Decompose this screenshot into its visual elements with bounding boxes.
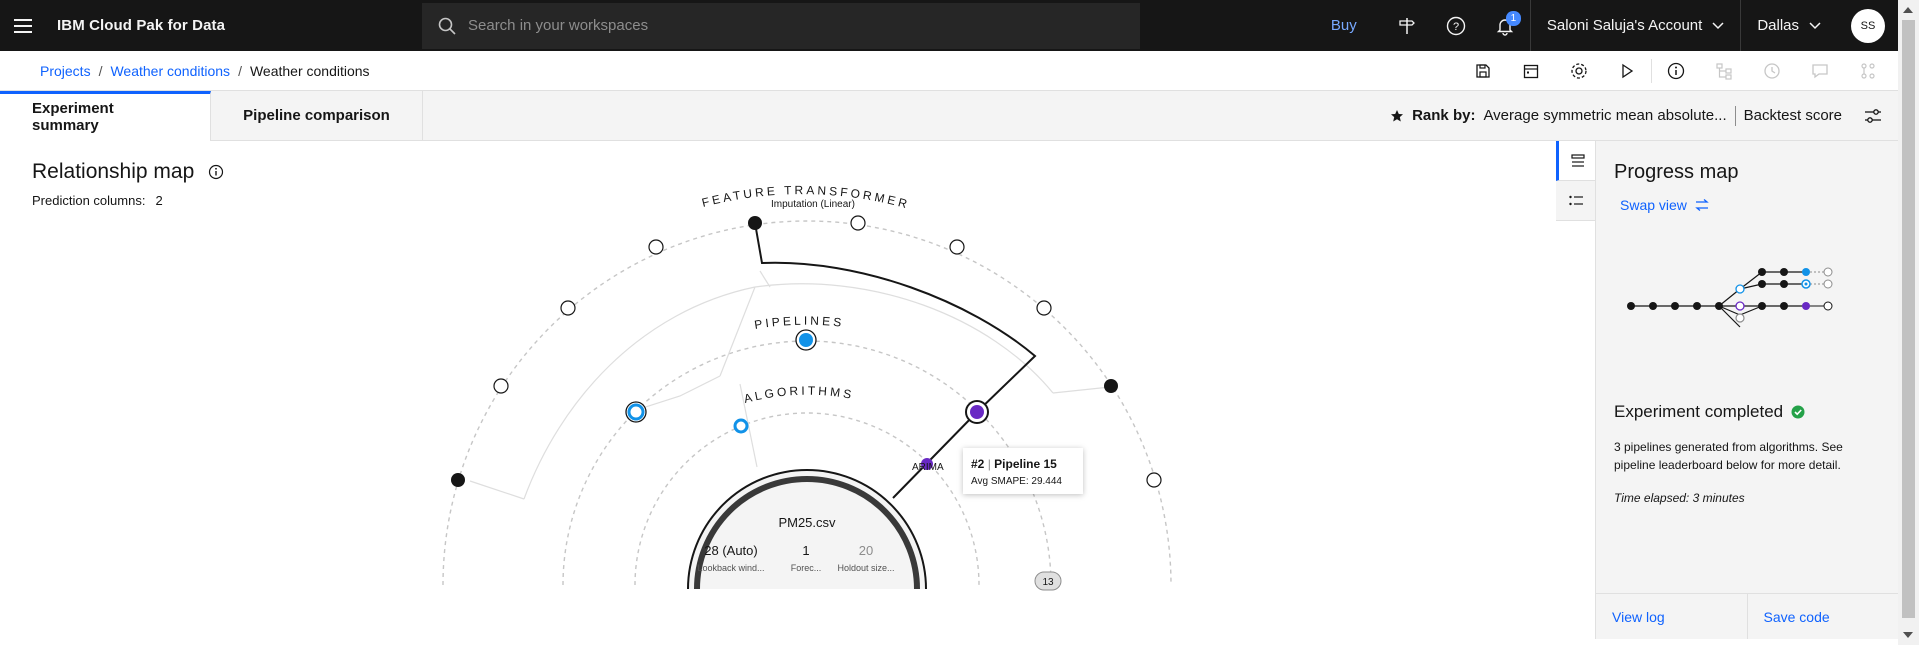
holdout-value: 20 (859, 543, 873, 558)
avatar[interactable]: SS (1851, 8, 1885, 43)
notification-badge: 1 (1505, 11, 1521, 26)
svg-text:Avg SMAPE: 29.444: Avg SMAPE: 29.444 (971, 476, 1062, 487)
tab-bar: Experiment summary Pipeline comparison R… (0, 90, 1898, 141)
algorithm-nodes[interactable] (733, 418, 933, 470)
breadcrumb-bar: Projects / Weather conditions / Weather … (0, 51, 1898, 91)
pipelines-ring-label: PIPELINES (753, 314, 845, 332)
swap-view-link[interactable]: Swap view (1620, 197, 1709, 213)
scroll-down-arrow-icon[interactable] (1903, 632, 1913, 638)
scroll-thumb[interactable] (1902, 20, 1915, 618)
swap-arrows-icon (1695, 199, 1709, 211)
info-icon[interactable] (1652, 51, 1700, 91)
history-icon (1748, 51, 1796, 91)
account-switcher[interactable]: Saloni Saluja's Account (1529, 0, 1740, 51)
more-count-badge[interactable]: 13 (1034, 571, 1062, 591)
calendar-icon[interactable] (1507, 51, 1555, 91)
search-input[interactable]: Search in your workspaces (422, 2, 1140, 49)
relationship-map-area: FEATURE TRANSFORMERS Imputation (Linear)… (0, 141, 1595, 639)
region-switcher[interactable]: Dallas (1740, 0, 1837, 51)
breadcrumb-project[interactable]: Weather conditions (110, 63, 230, 79)
hamburger-menu-icon[interactable] (0, 0, 46, 51)
progress-panel: Progress map Swap view Experiment comple… (1595, 141, 1898, 639)
info-icon[interactable] (208, 164, 224, 180)
forecast-value: 1 (802, 543, 809, 558)
breadcrumb-projects[interactable]: Projects (40, 63, 91, 79)
rank-by-control[interactable]: Rank by: Average symmetric mean absolute… (1390, 105, 1898, 126)
save-icon[interactable] (1459, 51, 1507, 91)
algorithms-ring-label: ALGORITHMS (742, 384, 855, 406)
dataset-name: PM25.csv (778, 515, 836, 530)
tab-experiment-summary[interactable]: Experiment summary (0, 90, 211, 141)
forecast-label: Forec... (791, 563, 822, 573)
notification-icon[interactable]: 1 (1481, 0, 1530, 51)
svg-text:13: 13 (1042, 577, 1054, 588)
pipeline-tooltip: #2 | Pipeline 15 Avg SMAPE: 29.444 (963, 448, 1083, 494)
sliders-icon[interactable] (1864, 108, 1882, 124)
chevron-down-icon (1809, 21, 1821, 29)
algorithm-label-arima: ARIMA (912, 462, 944, 473)
rank-score[interactable]: Backtest score (1744, 107, 1842, 124)
bullet-list-icon[interactable] (1556, 181, 1596, 221)
breadcrumb-separator: / (238, 62, 242, 79)
relationship-map-canvas[interactable]: FEATURE TRANSFORMERS Imputation (Linear)… (0, 141, 1556, 639)
save-code-button[interactable]: Save code (1748, 594, 1899, 639)
breadcrumb: Projects / Weather conditions / Weather … (0, 63, 370, 79)
lookback-value: 28 (Auto) (704, 543, 757, 558)
search-placeholder: Search in your workspaces (468, 17, 649, 34)
relationship-map-title: Relationship map (32, 160, 224, 184)
help-icon[interactable]: ? (1432, 0, 1481, 51)
settings-gear-icon[interactable] (1555, 51, 1603, 91)
chevron-down-icon (1712, 21, 1724, 29)
svg-text:#2 | Pipeline 15: #2 | Pipeline 15 (971, 457, 1057, 471)
toolbar (1459, 51, 1898, 91)
rank-metric[interactable]: Average symmetric mean absolute... (1483, 107, 1726, 124)
svg-text:?: ? (1453, 21, 1459, 33)
list-view-icon[interactable] (1556, 141, 1596, 181)
rank-by-label: Rank by: (1412, 107, 1476, 124)
prediction-columns: Prediction columns: 2 (32, 193, 163, 208)
lookback-label: Lookback wind... (697, 563, 764, 573)
star-icon (1391, 109, 1404, 121)
data-source-hub[interactable]: PM25.csv 28 (Auto) 1 20 Lookback wind...… (687, 469, 927, 590)
page-scrollbar[interactable] (1898, 0, 1919, 645)
signpost-icon[interactable] (1383, 0, 1432, 51)
run-play-icon[interactable] (1603, 51, 1651, 91)
scroll-up-arrow-icon[interactable] (1903, 7, 1913, 13)
region-label: Dallas (1757, 17, 1799, 34)
experiment-status: Experiment completed (1614, 402, 1805, 422)
rank-divider (1734, 105, 1736, 126)
panel-footer: View log Save code (1596, 593, 1898, 639)
breadcrumb-current: Weather conditions (249, 62, 370, 79)
progress-map-graph[interactable] (1596, 261, 1898, 341)
comment-icon (1796, 51, 1844, 91)
progress-map-title: Progress map (1614, 161, 1739, 183)
top-header: IBM Cloud Pak for Data Search in your wo… (0, 0, 1898, 51)
search-icon (438, 17, 456, 35)
nodes-icon (1844, 51, 1892, 91)
feature-ring-sublabel: Imputation (Linear) (771, 199, 855, 210)
brand-name[interactable]: IBM Cloud Pak for Data (46, 17, 422, 34)
view-log-button[interactable]: View log (1596, 594, 1748, 639)
hierarchy-icon (1700, 51, 1748, 91)
breadcrumb-separator: / (98, 62, 103, 79)
view-toggle (1556, 141, 1596, 221)
holdout-label: Holdout size... (837, 563, 894, 573)
buy-link[interactable]: Buy (1305, 17, 1383, 34)
time-elapsed: Time elapsed: 3 minutes (1614, 491, 1745, 505)
tab-pipeline-comparison[interactable]: Pipeline comparison (211, 90, 423, 141)
account-label: Saloni Saluja's Account (1546, 17, 1703, 34)
experiment-description: 3 pipelines generated from algorithms. S… (1614, 440, 1843, 472)
feature-transformer-nodes[interactable] (451, 215, 1162, 488)
checkmark-success-icon (1791, 405, 1805, 419)
